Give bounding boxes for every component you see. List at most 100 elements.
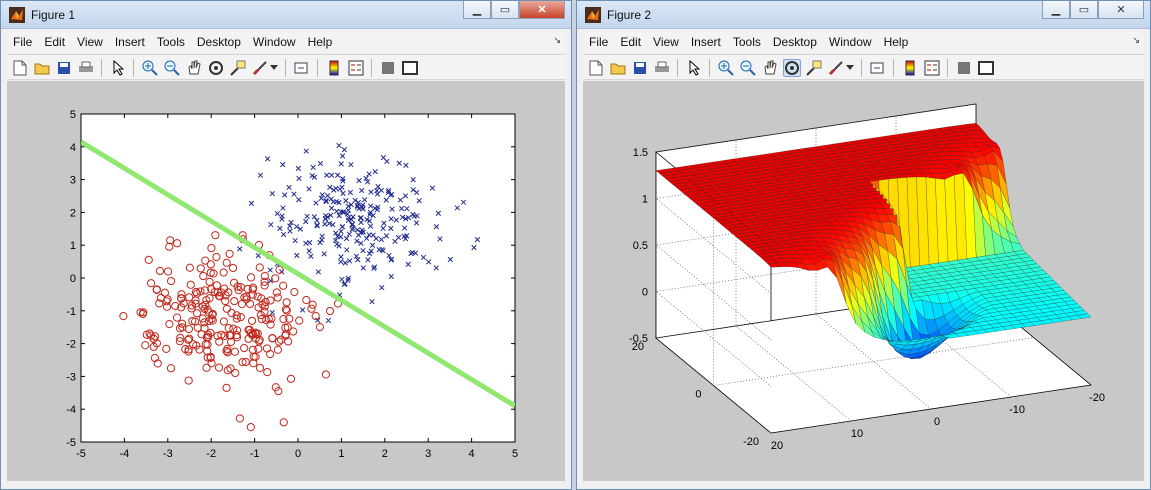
minimize-icon: ▁ xyxy=(1051,4,1061,16)
colorbar-icon[interactable] xyxy=(901,59,919,77)
figure1-canvas[interactable]: -5 -4 -3 -2 -1 0 1 2 3 4 5 -5 -4 -3 -2 -1 0 1 2 3 4 5 xyxy=(7,81,565,481)
link-icon[interactable] xyxy=(869,59,887,77)
y-tick-label: -4 xyxy=(66,404,76,416)
legend-icon[interactable] xyxy=(923,59,941,77)
pan-icon[interactable] xyxy=(761,59,779,77)
brush-dropdown-icon[interactable] xyxy=(269,59,279,77)
menu-desktop[interactable]: Desktop xyxy=(191,35,247,49)
maximize-icon: ▭ xyxy=(499,4,511,16)
z-tick-label: 0.5 xyxy=(633,240,648,252)
figure2-canvas[interactable]: 1.5 1 0.5 0 -0.5 -20 -10 0 10 20 20 0 -20 xyxy=(583,81,1144,481)
minimize-button[interactable]: ▁ xyxy=(463,1,491,19)
zoom-out-icon[interactable] xyxy=(739,59,757,77)
menu-help[interactable]: Help xyxy=(878,35,915,49)
colorbar-icon[interactable] xyxy=(325,59,343,77)
open-file-icon[interactable] xyxy=(33,59,51,77)
zoom-out-icon[interactable] xyxy=(163,59,181,77)
brush-icon[interactable] xyxy=(251,59,269,77)
maximize-icon: ▭ xyxy=(1078,4,1090,16)
x-tick-label: -3 xyxy=(163,448,173,460)
x-tick-label: -5 xyxy=(76,448,86,460)
hide-plot-tools-icon[interactable] xyxy=(379,59,397,77)
x-tick-label: 4 xyxy=(469,448,475,460)
minimize-button[interactable]: ▁ xyxy=(1042,1,1070,19)
data-cursor-icon[interactable] xyxy=(229,59,247,77)
pointer-icon[interactable] xyxy=(685,59,703,77)
link-icon[interactable] xyxy=(293,59,311,77)
x-tick-label: 10 xyxy=(851,428,863,440)
figure1-titlebar[interactable]: Figure 1 ▁ ▭ ✕ xyxy=(1,1,571,29)
menu-edit[interactable]: Edit xyxy=(614,35,647,49)
matlab-icon xyxy=(585,7,601,23)
x-tick-label: -2 xyxy=(206,448,216,460)
y-tick-label: 20 xyxy=(632,341,644,353)
x-tick-label: 2 xyxy=(382,448,388,460)
save-icon[interactable] xyxy=(55,59,73,77)
close-button[interactable]: ✕ xyxy=(519,1,565,19)
y-tick-label: 0 xyxy=(70,273,76,285)
menu-tools[interactable]: Tools xyxy=(727,35,767,49)
menu-window[interactable]: Window xyxy=(823,35,878,49)
y-tick-label: 5 xyxy=(70,109,76,121)
menu-file[interactable]: File xyxy=(7,35,38,49)
menu-window[interactable]: Window xyxy=(247,35,302,49)
z-tick-label: 1 xyxy=(642,194,648,206)
show-plot-tools-icon[interactable] xyxy=(977,59,995,77)
maximize-button[interactable]: ▭ xyxy=(1070,1,1098,19)
x-tick-label: -4 xyxy=(120,448,130,460)
print-icon[interactable] xyxy=(77,59,95,77)
new-figure-icon[interactable] xyxy=(11,59,29,77)
menubar: File Edit View Insert Tools Desktop Wind… xyxy=(7,32,565,52)
data-cursor-icon[interactable] xyxy=(805,59,823,77)
figure2-titlebar[interactable]: Figure 2 ▁ ▭ ✕ xyxy=(577,1,1150,29)
y-tick-label: 4 xyxy=(70,142,76,154)
save-icon[interactable] xyxy=(631,59,649,77)
x-tick-label: -20 xyxy=(1089,392,1105,404)
menu-insert[interactable]: Insert xyxy=(109,35,151,49)
new-figure-icon[interactable] xyxy=(587,59,605,77)
y-tick-label: 1 xyxy=(70,240,76,252)
menu-view[interactable]: View xyxy=(647,35,685,49)
brush-icon[interactable] xyxy=(827,59,845,77)
maximize-button[interactable]: ▭ xyxy=(491,1,519,19)
dock-arrow-icon[interactable]: ↘ xyxy=(553,35,561,46)
y-tick-label: 3 xyxy=(70,175,76,187)
pointer-icon[interactable] xyxy=(109,59,127,77)
close-button[interactable]: ✕ xyxy=(1098,1,1144,19)
dock-arrow-icon[interactable]: ↘ xyxy=(1132,35,1140,46)
show-plot-tools-icon[interactable] xyxy=(401,59,419,77)
x-tick-label: 20 xyxy=(771,440,783,452)
brush-dropdown-icon[interactable] xyxy=(845,59,855,77)
y-tick-label: -1 xyxy=(66,306,76,318)
x-tick-label: 0 xyxy=(295,448,301,460)
menubar: File Edit View Insert Tools Desktop Wind… xyxy=(583,32,1144,52)
y-tick-label: 2 xyxy=(70,207,76,219)
zoom-in-icon[interactable] xyxy=(717,59,735,77)
rotate-icon[interactable] xyxy=(207,59,225,77)
hide-plot-tools-icon[interactable] xyxy=(955,59,973,77)
point-o xyxy=(65,291,72,298)
x-tick-label: 1 xyxy=(338,448,344,460)
z-tick-label: 0 xyxy=(642,287,648,299)
menu-edit[interactable]: Edit xyxy=(38,35,71,49)
open-file-icon[interactable] xyxy=(609,59,627,77)
menu-tools[interactable]: Tools xyxy=(151,35,191,49)
y-tick-label: -20 xyxy=(743,436,759,448)
print-icon[interactable] xyxy=(653,59,671,77)
rotate-icon[interactable] xyxy=(783,59,801,77)
menu-file[interactable]: File xyxy=(583,35,614,49)
zoom-in-icon[interactable] xyxy=(141,59,159,77)
menu-view[interactable]: View xyxy=(71,35,109,49)
pan-icon[interactable] xyxy=(185,59,203,77)
x-tick-label: -10 xyxy=(1009,404,1025,416)
window-title: Figure 2 xyxy=(607,8,652,22)
y-tick-label: -3 xyxy=(66,371,76,383)
menu-help[interactable]: Help xyxy=(302,35,339,49)
menu-desktop[interactable]: Desktop xyxy=(767,35,823,49)
figure-toolbar xyxy=(583,54,1144,80)
figure2-window: Figure 2 ▁ ▭ ✕ File Edit View Insert Too… xyxy=(576,0,1151,490)
y-tick-label: 0 xyxy=(695,389,701,401)
legend-icon[interactable] xyxy=(347,59,365,77)
menu-insert[interactable]: Insert xyxy=(685,35,727,49)
scatter-plot: -5 -4 -3 -2 -1 0 1 2 3 4 5 -5 -4 -3 -2 -1 0 1 2 3 4 5 xyxy=(65,109,518,460)
